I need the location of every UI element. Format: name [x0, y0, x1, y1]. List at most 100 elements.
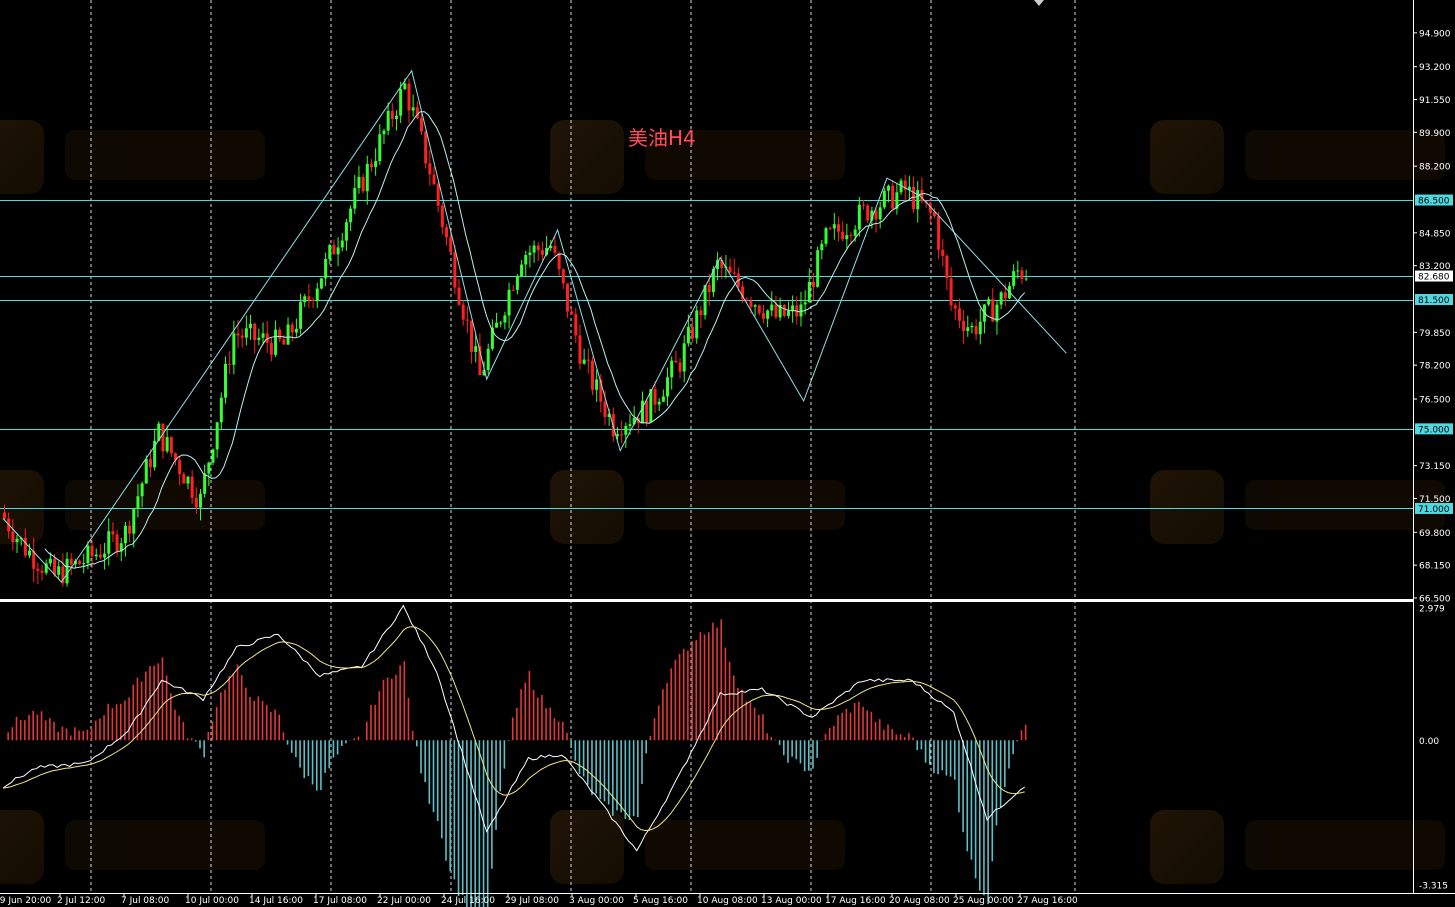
candle-bull — [966, 327, 970, 331]
candle-bull — [770, 304, 774, 311]
candle-bear — [949, 278, 953, 306]
candle-bull — [315, 288, 319, 302]
candle-bull — [144, 459, 148, 484]
candle-bear — [445, 227, 449, 238]
watermark-logo-mark — [1150, 810, 1224, 884]
candle-bear — [912, 186, 916, 210]
candle-bull — [887, 185, 891, 191]
watermark-logo-mark — [1150, 120, 1224, 194]
candle-bull — [515, 276, 519, 290]
candle-bull — [103, 553, 107, 558]
candle-bull — [532, 245, 536, 253]
candle-bull — [244, 328, 248, 338]
candle-bull — [274, 329, 278, 355]
candle-bull — [344, 222, 348, 241]
candle-bear — [653, 389, 657, 405]
candle-bear — [424, 131, 428, 164]
candle-bear — [962, 320, 966, 331]
chart-title: 美油H4 — [628, 126, 696, 150]
candle-bear — [440, 205, 444, 228]
candle-bull — [219, 397, 223, 423]
candle-bull — [382, 130, 386, 135]
candle-bear — [161, 423, 165, 452]
candle-bull — [399, 89, 403, 116]
candle-bull — [165, 437, 169, 452]
candle-bear — [311, 299, 315, 302]
candle-bull — [799, 304, 803, 317]
candle-bear — [678, 362, 682, 372]
candle-bull — [386, 110, 390, 131]
candle-bear — [586, 359, 590, 361]
watermark-logo-wordmark — [645, 820, 845, 870]
price-tick-label: 79.850 — [1419, 329, 1451, 339]
time-tick-label: 3 Aug 00:00 — [569, 896, 624, 906]
price-tick-label: 68.150 — [1419, 562, 1451, 572]
time-tick-label: 14 Jul 16:00 — [249, 896, 303, 906]
candle-bull — [786, 310, 790, 316]
time-tick-label: 13 Aug 00:00 — [761, 896, 822, 906]
candle-bull — [365, 163, 369, 192]
candle-bear — [432, 174, 436, 185]
candle-bear — [178, 460, 182, 475]
candle-bull — [94, 554, 98, 557]
candle-bull — [394, 115, 398, 120]
candle-bear — [98, 554, 102, 558]
candle-bear — [190, 476, 194, 498]
candle-bear — [590, 360, 594, 390]
candle-bear — [169, 437, 173, 454]
watermark-logo-mark — [0, 810, 44, 884]
candle-bull — [257, 337, 261, 340]
candle-bull — [824, 228, 828, 244]
candle-bull — [766, 310, 770, 319]
price-badge-label: 75.000 — [1418, 425, 1450, 435]
candle-bull — [336, 247, 340, 255]
candle-bear — [811, 281, 815, 287]
candle-bull — [224, 363, 228, 398]
candle-bear — [390, 110, 394, 120]
candle-bull — [1012, 271, 1016, 286]
candle-bear — [11, 531, 15, 543]
candle-bear — [862, 204, 866, 206]
watermark-logo-mark — [550, 120, 624, 194]
candle-bear — [774, 304, 778, 318]
price-tick-label: 76.500 — [1419, 396, 1451, 406]
candle-bear — [707, 284, 711, 293]
candle-bull — [319, 278, 323, 289]
candle-bull — [499, 322, 503, 324]
watermark-logo-mark — [550, 810, 624, 884]
candle-bull — [249, 323, 253, 329]
candle-bear — [891, 185, 895, 209]
candle-bull — [299, 302, 303, 329]
candle-bear — [745, 299, 749, 301]
price-tick-label: 78.200 — [1419, 362, 1451, 372]
candle-bear — [436, 184, 440, 206]
candle-bull — [132, 509, 136, 534]
candle-bull — [340, 240, 344, 248]
candle-bear — [36, 568, 40, 571]
candle-bear — [449, 237, 453, 252]
candle-bear — [290, 324, 294, 333]
candle-bear — [603, 401, 607, 418]
candle-bull — [107, 531, 111, 554]
candle-bear — [415, 107, 419, 119]
candle-bear — [182, 474, 186, 484]
candle-bull — [65, 558, 69, 584]
candle-bull — [374, 161, 378, 168]
time-tick-label: 2 Jul 12:00 — [57, 896, 106, 906]
candle-bull — [582, 359, 586, 364]
watermark-logo-mark — [0, 120, 44, 194]
watermark-logo-mark — [550, 470, 624, 544]
candle-bear — [332, 244, 336, 255]
candle-bull — [136, 496, 140, 510]
candle-bear — [974, 325, 978, 335]
candle-bull — [15, 538, 19, 543]
candle-bull — [411, 107, 415, 111]
candle-bull — [916, 190, 920, 210]
candle-bull — [186, 476, 190, 484]
candle-bear — [957, 308, 961, 321]
time-tick-label: 29 Jul 08:00 — [505, 896, 559, 906]
price-badge-label: 82.680 — [1418, 273, 1450, 283]
time-tick-label: 25 Aug 00:00 — [953, 896, 1014, 906]
watermark-logo-wordmark — [65, 480, 265, 530]
candle-bear — [782, 305, 786, 316]
